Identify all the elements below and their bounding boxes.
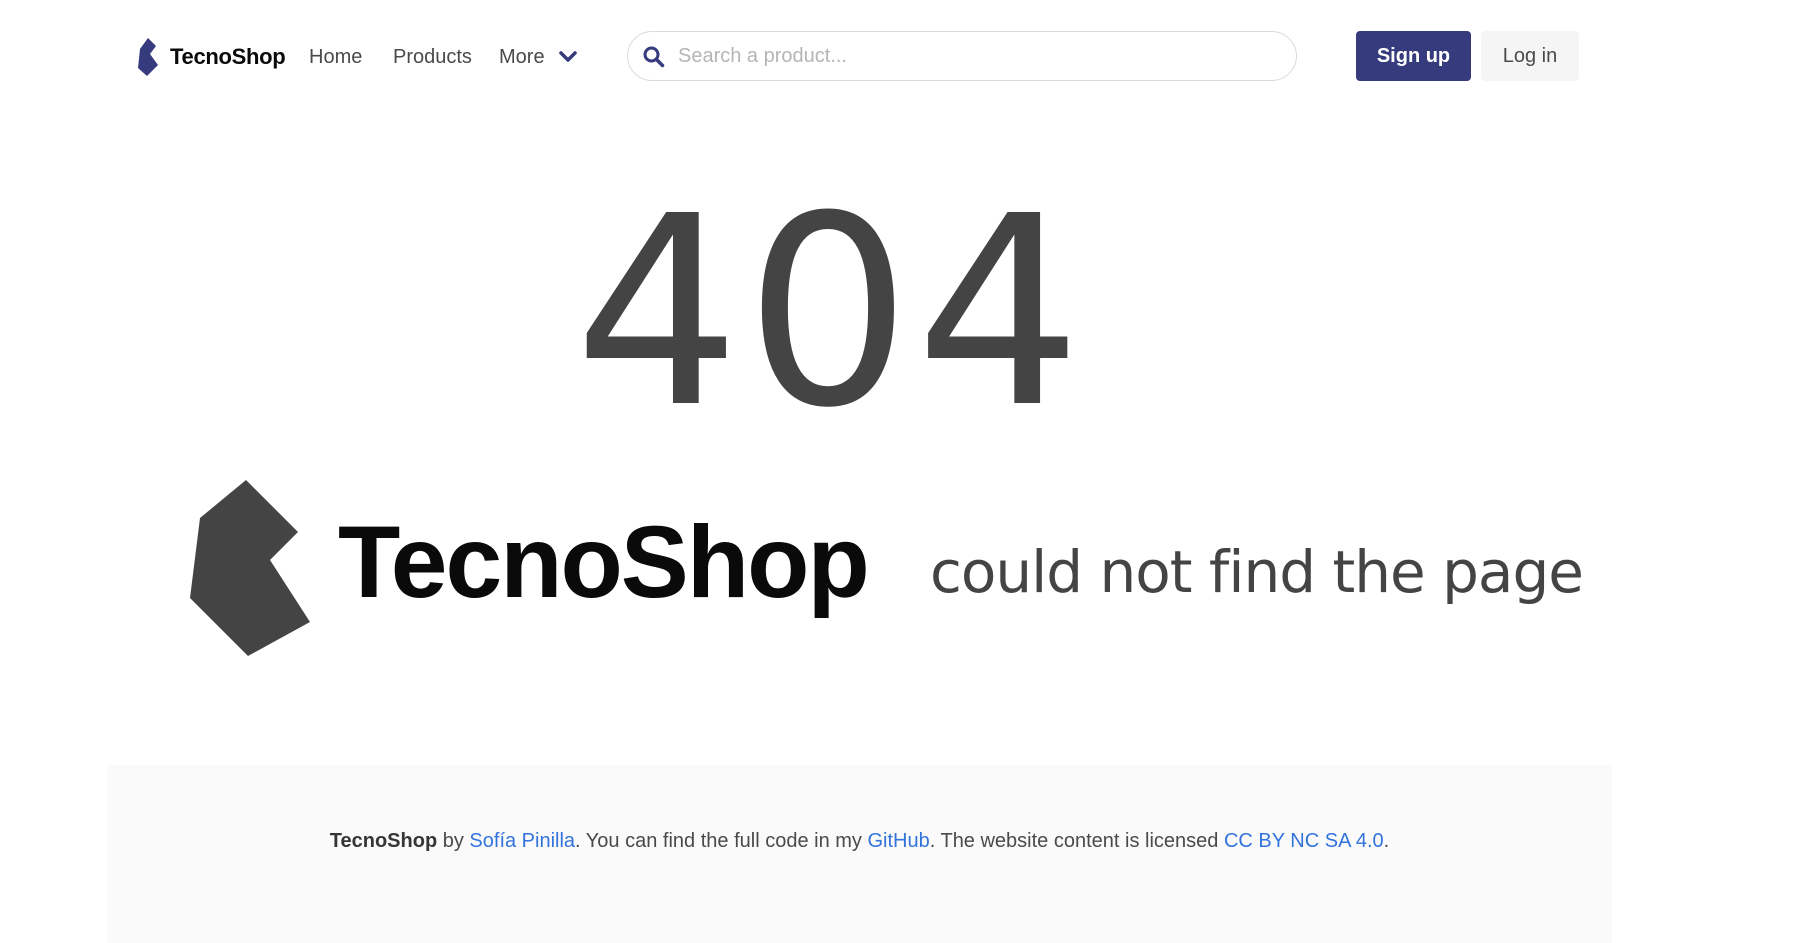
chevron-down-icon bbox=[558, 51, 577, 62]
hero-brand-name: TecnoShop bbox=[338, 505, 870, 619]
nav-products-link[interactable]: Products bbox=[393, 44, 472, 70]
author-link[interactable]: Sofía Pinilla bbox=[469, 830, 575, 852]
login-button[interactable]: Log in bbox=[1481, 31, 1579, 81]
brand-link[interactable]: TecnoShop bbox=[136, 38, 286, 76]
tecnoshop-logo-icon bbox=[190, 480, 310, 656]
signup-button[interactable]: Sign up bbox=[1356, 31, 1471, 81]
brand-name: TecnoShop bbox=[170, 44, 286, 69]
footer-brand: TecnoShop bbox=[329, 830, 438, 852]
search-input[interactable] bbox=[678, 40, 1278, 72]
footer-by: by bbox=[437, 830, 470, 852]
tecnoshop-logo-icon bbox=[138, 38, 158, 76]
footer-text-1: . You can find the full code in my bbox=[575, 830, 868, 852]
github-link[interactable]: GitHub bbox=[867, 830, 929, 852]
nav-more-label: More bbox=[499, 46, 545, 68]
footer-text-2: . The website content is licensed bbox=[929, 830, 1224, 852]
license-link[interactable]: CC BY NC SA 4.0 bbox=[1224, 830, 1384, 852]
hero-brand: TecnoShop bbox=[190, 478, 870, 658]
search-icon bbox=[643, 46, 665, 68]
search-bar bbox=[627, 31, 1297, 81]
nav-more-dropdown[interactable]: More bbox=[499, 44, 577, 70]
page: TecnoShop Home Products More Sign up Log… bbox=[0, 0, 1795, 943]
nav-home-link[interactable]: Home bbox=[309, 44, 362, 70]
not-found-message: could not find the page bbox=[930, 538, 1584, 606]
footer-end: . bbox=[1383, 830, 1390, 852]
navbar: TecnoShop Home Products More Sign up Log… bbox=[0, 0, 1795, 114]
error-code: 404 bbox=[573, 160, 1087, 465]
footer-text: TecnoShop by Sofía Pinilla. You can find… bbox=[107, 827, 1612, 855]
footer: TecnoShop by Sofía Pinilla. You can find… bbox=[107, 765, 1612, 943]
